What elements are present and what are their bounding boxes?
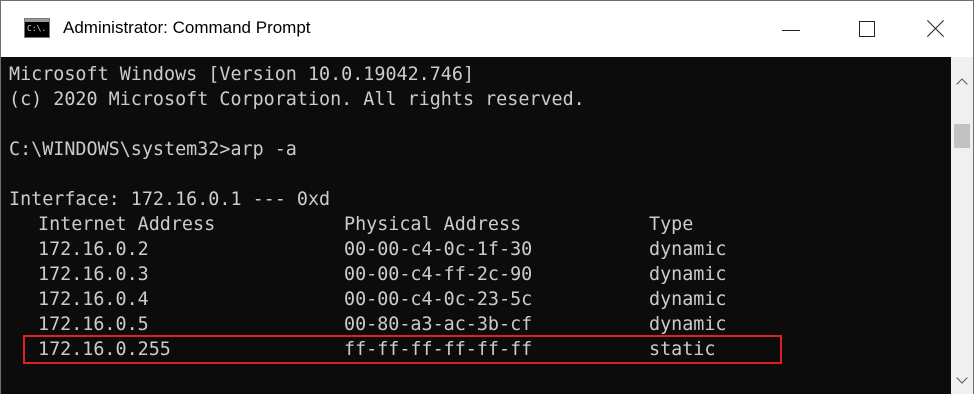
- scroll-thumb[interactable]: [954, 124, 970, 148]
- command-prompt-window: C:\. Administrator: Command Prompt Micro…: [0, 0, 974, 394]
- entry-type: dynamic: [649, 314, 727, 335]
- arp-table-row: 172.16.0.2 00-00-c4-0c-1f-30 dynamic: [9, 237, 949, 262]
- arp-table-row: 172.16.0.4 00-00-c4-0c-23-5c dynamic: [9, 287, 949, 312]
- close-icon: [926, 20, 944, 38]
- mac-address: 00-80-a3-ac-3b-cf: [344, 314, 533, 335]
- ip-address: 172.16.0.2: [38, 239, 149, 260]
- ip-address: 172.16.0.3: [38, 264, 149, 285]
- ip-address: 172.16.0.5: [38, 314, 149, 335]
- entry-type: dynamic: [649, 239, 727, 260]
- cmd-icon-bar: [25, 19, 49, 22]
- scroll-up-button[interactable]: [951, 71, 973, 93]
- console-line: Microsoft Windows [Version 10.0.19042.74…: [9, 64, 475, 85]
- header-type: Type: [649, 214, 694, 235]
- scroll-down-button[interactable]: [951, 369, 973, 391]
- maximize-button[interactable]: [829, 1, 905, 57]
- console-line: C:\WINDOWS\system32>arp -a: [9, 139, 297, 160]
- console-line: Interface: 172.16.0.1 --- 0xd: [9, 189, 331, 210]
- arp-table-row: 172.16.0.3 00-00-c4-ff-2c-90 dynamic: [9, 262, 949, 287]
- mac-address: 00-00-c4-0c-23-5c: [344, 289, 533, 310]
- entry-type: dynamic: [649, 289, 727, 310]
- header-physical-address: Physical Address: [344, 214, 522, 235]
- ip-address: 172.16.0.4: [38, 289, 149, 310]
- arp-table-row-highlighted: 172.16.0.5 00-80-a3-ac-3b-cf dynamic: [9, 312, 949, 337]
- chevron-up-icon: [956, 78, 968, 90]
- cmd-icon-text: C:\.: [27, 24, 47, 33]
- minimize-icon: [782, 29, 800, 31]
- mac-address: 00-00-c4-ff-2c-90: [344, 264, 533, 285]
- chevron-down-icon: [956, 372, 968, 384]
- vertical-scrollbar[interactable]: [951, 57, 973, 394]
- header-internet-address: Internet Address: [38, 214, 216, 235]
- cmd-icon[interactable]: C:\.: [24, 18, 50, 38]
- highlight-annotation-box: [23, 335, 782, 364]
- title-bar[interactable]: C:\. Administrator: Command Prompt: [1, 0, 973, 57]
- close-button[interactable]: [897, 1, 973, 57]
- maximize-icon: [859, 21, 875, 37]
- entry-type: dynamic: [649, 264, 727, 285]
- arp-table-header: Internet Address Physical Address Type: [9, 212, 949, 237]
- console-line: (c) 2020 Microsoft Corporation. All righ…: [9, 89, 585, 110]
- window-title: Administrator: Command Prompt: [63, 18, 311, 37]
- minimize-button[interactable]: [753, 1, 829, 57]
- mac-address: 00-00-c4-0c-1f-30: [344, 239, 533, 260]
